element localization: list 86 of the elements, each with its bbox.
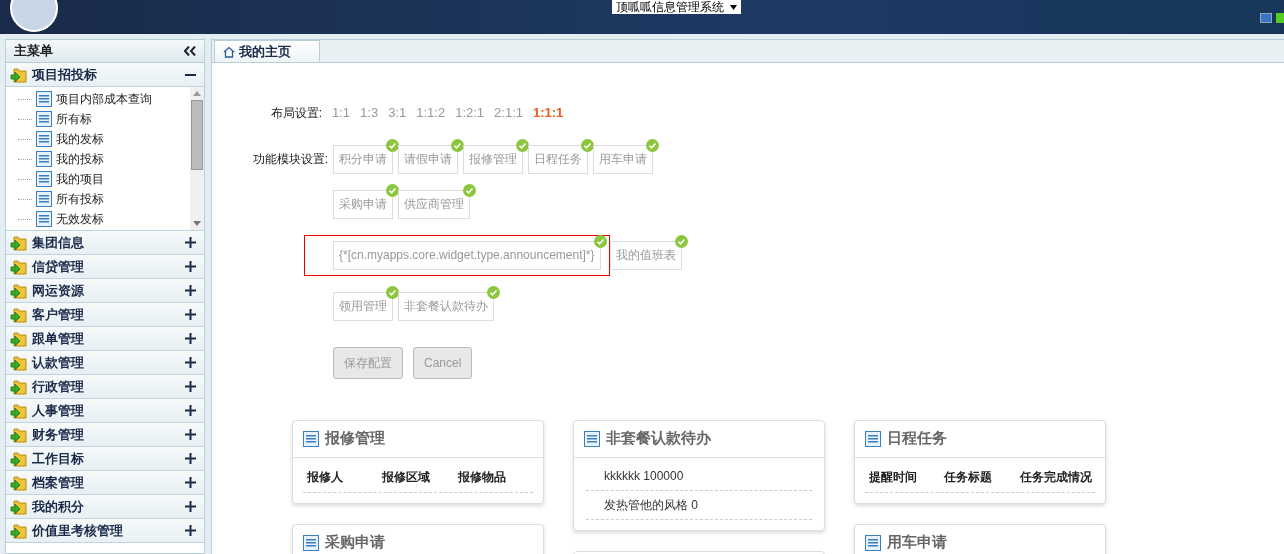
scroll-up-icon[interactable]	[193, 91, 201, 96]
folder-arrow-icon	[10, 354, 28, 371]
list-icon	[36, 211, 52, 227]
list-icon	[584, 430, 600, 447]
folder-arrow-icon	[10, 402, 28, 419]
list-icon	[303, 430, 319, 447]
menu-item[interactable]: 所有投标	[56, 190, 104, 208]
widget-title: 非套餐认款待办	[606, 428, 711, 449]
tab[interactable]: 我的主页	[214, 40, 320, 62]
list-icon	[36, 91, 52, 107]
folder-arrow-icon	[10, 306, 28, 323]
folder-arrow-icon	[10, 498, 28, 515]
expand-icon	[185, 309, 196, 320]
caret-icon	[730, 4, 737, 10]
menu-group[interactable]: 集团信息	[6, 231, 204, 255]
column-header: 报修人	[307, 468, 344, 486]
menu-group[interactable]: 信贷管理	[6, 255, 204, 279]
folder-arrow-icon	[10, 426, 28, 443]
menu-item[interactable]: 我的投标	[56, 150, 104, 168]
scrollbar[interactable]	[190, 87, 204, 230]
column-header: 报修物品	[457, 468, 507, 486]
widget-title: 采购申请	[325, 532, 385, 553]
menu-group[interactable]: 财务管理	[6, 423, 204, 447]
expand-icon	[185, 501, 196, 512]
collapse-icon	[185, 73, 196, 76]
widget-title: 报修管理	[325, 428, 385, 449]
layout-label: 布局设置:	[269, 104, 322, 122]
scroll-down-icon[interactable]	[193, 221, 201, 226]
column-header: 报修区域	[382, 468, 432, 486]
expand-icon	[185, 285, 196, 296]
folder-arrow-icon	[10, 522, 28, 539]
collapse-sidebar-icon[interactable]	[184, 46, 196, 56]
expand-icon	[185, 381, 196, 392]
menu-group[interactable]: 网运资源	[6, 279, 204, 303]
expand-icon	[185, 333, 196, 344]
folder-arrow-icon	[10, 378, 28, 395]
list-item[interactable]: kkkkkk 100000	[604, 468, 684, 483]
menu-group[interactable]: 价值里考核管理	[6, 519, 204, 543]
expand-icon	[185, 525, 196, 536]
folder-arrow-icon	[10, 234, 28, 251]
menu-group[interactable]: 行政管理	[6, 375, 204, 399]
column-header: 提醒时间	[869, 468, 918, 486]
list-icon	[36, 191, 52, 207]
list-icon	[865, 430, 881, 447]
list-icon	[303, 534, 319, 551]
expand-icon	[185, 261, 196, 272]
system-select[interactable]: 顶呱呱信息管理系统	[612, 0, 741, 14]
folder-arrow-icon	[10, 258, 28, 275]
menu-item[interactable]: 我的发标	[56, 130, 104, 148]
menu-item[interactable]: 无效发标	[56, 210, 104, 228]
modules-label: 功能模块设置:	[251, 151, 328, 168]
widget-title: 日程任务	[887, 428, 947, 449]
menu-group[interactable]: 我的积分	[6, 495, 204, 519]
list-icon	[865, 534, 881, 551]
window-icon[interactable]	[1260, 13, 1272, 23]
list-item[interactable]: 发热管他的风格 0	[604, 497, 698, 512]
expand-icon	[185, 357, 196, 368]
expand-icon	[185, 237, 196, 248]
menu-group[interactable]: 工作目标	[6, 447, 204, 471]
folder-arrow-icon	[10, 450, 28, 467]
expand-icon	[185, 453, 196, 464]
home-icon	[223, 45, 235, 58]
menu-group[interactable]: 档案管理	[6, 471, 204, 495]
menu-item[interactable]: 项目内部成本查询	[56, 90, 152, 108]
folder-arrow-icon	[10, 474, 28, 491]
menu-group[interactable]: 认款管理	[6, 351, 204, 375]
column-header: 任务完成情况	[1019, 468, 1093, 486]
list-icon	[36, 151, 52, 167]
column-header: 任务标题	[944, 468, 994, 486]
menu-group[interactable]: 跟单管理	[6, 327, 204, 351]
menu-group[interactable]: 客户管理	[6, 303, 204, 327]
menu-group[interactable]: 项目招投标	[6, 63, 204, 87]
folder-arrow-icon	[10, 66, 28, 83]
menu-item[interactable]: 我的项目	[56, 170, 104, 188]
menu-item[interactable]: 所有标	[56, 110, 92, 128]
expand-icon	[185, 477, 196, 488]
list-icon	[36, 111, 52, 127]
sidebar-title: 主菜单	[14, 42, 53, 61]
folder-arrow-icon	[10, 330, 28, 347]
widget-title: 用车申请	[887, 532, 947, 553]
expand-icon	[185, 429, 196, 440]
folder-arrow-icon	[10, 282, 28, 299]
expand-icon	[185, 405, 196, 416]
list-icon	[36, 171, 52, 187]
menu-group[interactable]: 人事管理	[6, 399, 204, 423]
list-icon	[36, 131, 52, 147]
